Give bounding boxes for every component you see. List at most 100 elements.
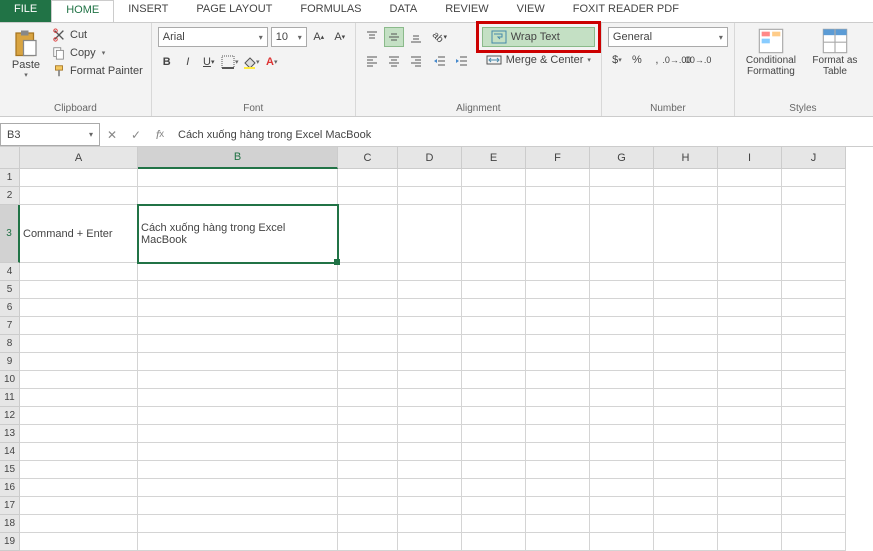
cell-F3[interactable] xyxy=(526,205,590,263)
cell-F6[interactable] xyxy=(526,299,590,317)
cell-H7[interactable] xyxy=(654,317,718,335)
cell-B3[interactable]: Cách xuống hàng trong Excel MacBook xyxy=(138,205,338,263)
row-header-5[interactable]: 5 xyxy=(0,281,20,299)
increase-font-button[interactable]: A▴ xyxy=(310,28,328,46)
cell-F16[interactable] xyxy=(526,479,590,497)
cell-J17[interactable] xyxy=(782,497,846,515)
cell-A11[interactable] xyxy=(20,389,138,407)
tab-review[interactable]: REVIEW xyxy=(431,0,502,22)
cell-F15[interactable] xyxy=(526,461,590,479)
tab-data[interactable]: DATA xyxy=(376,0,432,22)
cell-I9[interactable] xyxy=(718,353,782,371)
cell-C9[interactable] xyxy=(338,353,398,371)
cell-F4[interactable] xyxy=(526,263,590,281)
cell-H16[interactable] xyxy=(654,479,718,497)
row-header-1[interactable]: 1 xyxy=(0,169,20,187)
cell-J14[interactable] xyxy=(782,443,846,461)
row-header-7[interactable]: 7 xyxy=(0,317,20,335)
cell-B19[interactable] xyxy=(138,533,338,551)
decrease-decimal-button[interactable]: .00→.0 xyxy=(688,51,706,69)
cell-A18[interactable] xyxy=(20,515,138,533)
cell-E19[interactable] xyxy=(462,533,526,551)
cell-F10[interactable] xyxy=(526,371,590,389)
formula-bar[interactable]: Cách xuống hàng trong Excel MacBook xyxy=(172,123,873,146)
tab-file[interactable]: FILE xyxy=(0,0,51,22)
cell-B6[interactable] xyxy=(138,299,338,317)
cell-D4[interactable] xyxy=(398,263,462,281)
cell-E12[interactable] xyxy=(462,407,526,425)
cell-J13[interactable] xyxy=(782,425,846,443)
cell-E7[interactable] xyxy=(462,317,526,335)
cell-A3[interactable]: Command + Enter xyxy=(20,205,138,263)
cell-C2[interactable] xyxy=(338,187,398,205)
italic-button[interactable]: I xyxy=(179,53,197,71)
cell-I3[interactable] xyxy=(718,205,782,263)
cell-I13[interactable] xyxy=(718,425,782,443)
cell-H17[interactable] xyxy=(654,497,718,515)
tab-view[interactable]: VIEW xyxy=(503,0,559,22)
align-left-button[interactable] xyxy=(362,51,382,71)
cell-G14[interactable] xyxy=(590,443,654,461)
font-size-combo[interactable]: 10 xyxy=(271,27,307,47)
tab-formulas[interactable]: FORMULAS xyxy=(286,0,375,22)
col-header-F[interactable]: F xyxy=(526,147,590,169)
bold-button[interactable]: B xyxy=(158,53,176,71)
cell-I14[interactable] xyxy=(718,443,782,461)
cell-A16[interactable] xyxy=(20,479,138,497)
cell-D18[interactable] xyxy=(398,515,462,533)
align-center-button[interactable] xyxy=(384,51,404,71)
cell-H4[interactable] xyxy=(654,263,718,281)
row-header-18[interactable]: 18 xyxy=(0,515,20,533)
row-header-15[interactable]: 15 xyxy=(0,461,20,479)
cell-B4[interactable] xyxy=(138,263,338,281)
cell-F12[interactable] xyxy=(526,407,590,425)
col-header-G[interactable]: G xyxy=(590,147,654,169)
insert-function-button[interactable]: fx xyxy=(148,123,172,146)
cell-G4[interactable] xyxy=(590,263,654,281)
cell-B7[interactable] xyxy=(138,317,338,335)
row-header-10[interactable]: 10 xyxy=(0,371,20,389)
row-header-2[interactable]: 2 xyxy=(0,187,20,205)
cell-A12[interactable] xyxy=(20,407,138,425)
cell-B14[interactable] xyxy=(138,443,338,461)
row-header-3[interactable]: 3 xyxy=(0,205,20,263)
cell-C14[interactable] xyxy=(338,443,398,461)
merge-center-button[interactable]: Merge & Center ▾ xyxy=(482,51,595,69)
cell-B8[interactable] xyxy=(138,335,338,353)
cell-B17[interactable] xyxy=(138,497,338,515)
cell-D3[interactable] xyxy=(398,205,462,263)
cell-A9[interactable] xyxy=(20,353,138,371)
tab-home[interactable]: HOME xyxy=(51,0,114,22)
cell-G11[interactable] xyxy=(590,389,654,407)
cell-C6[interactable] xyxy=(338,299,398,317)
name-box[interactable]: B3 xyxy=(0,123,100,146)
decrease-font-button[interactable]: A▾ xyxy=(331,28,349,46)
cell-E17[interactable] xyxy=(462,497,526,515)
cell-J12[interactable] xyxy=(782,407,846,425)
align-bottom-button[interactable] xyxy=(406,27,426,47)
cell-D19[interactable] xyxy=(398,533,462,551)
cell-J11[interactable] xyxy=(782,389,846,407)
paste-button[interactable]: Paste ▾ xyxy=(6,27,46,79)
cell-C1[interactable] xyxy=(338,169,398,187)
col-header-I[interactable]: I xyxy=(718,147,782,169)
cell-H15[interactable] xyxy=(654,461,718,479)
cell-A7[interactable] xyxy=(20,317,138,335)
cell-D5[interactable] xyxy=(398,281,462,299)
cell-B12[interactable] xyxy=(138,407,338,425)
orientation-button[interactable]: ab▾ xyxy=(430,27,450,47)
cell-G10[interactable] xyxy=(590,371,654,389)
row-header-8[interactable]: 8 xyxy=(0,335,20,353)
select-all-corner[interactable] xyxy=(0,147,20,169)
cell-F9[interactable] xyxy=(526,353,590,371)
cell-A4[interactable] xyxy=(20,263,138,281)
format-as-table-button[interactable]: Format as Table xyxy=(805,27,865,77)
cell-D6[interactable] xyxy=(398,299,462,317)
col-header-J[interactable]: J xyxy=(782,147,846,169)
cell-D16[interactable] xyxy=(398,479,462,497)
cell-C4[interactable] xyxy=(338,263,398,281)
cell-G3[interactable] xyxy=(590,205,654,263)
row-header-9[interactable]: 9 xyxy=(0,353,20,371)
cell-F1[interactable] xyxy=(526,169,590,187)
accounting-button[interactable]: $ xyxy=(608,51,626,69)
